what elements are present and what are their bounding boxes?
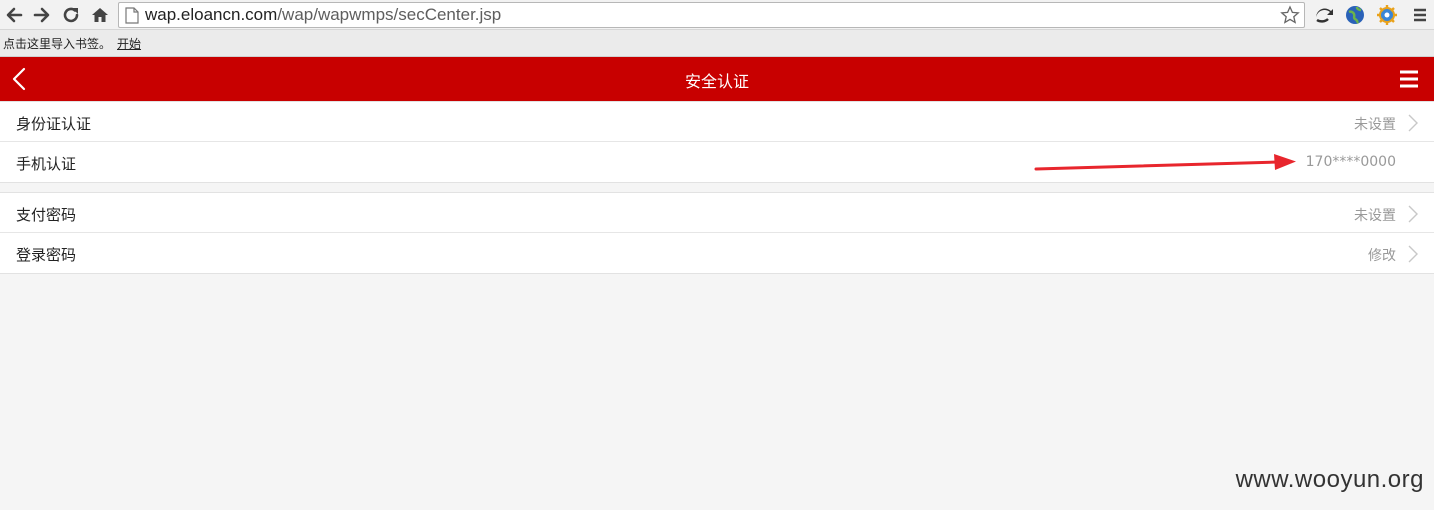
list-item-id-card-verification[interactable]: 身份证认证 未设置 (0, 102, 1434, 142)
star-icon[interactable] (1280, 5, 1300, 29)
list-item-login-password[interactable]: 登录密码 修改 (0, 233, 1434, 273)
security-group-passwords: 支付密码 未设置 登录密码 修改 (0, 192, 1434, 274)
forward-icon[interactable] (31, 4, 53, 26)
page-icon (125, 7, 139, 28)
chevron-right-icon (1408, 205, 1418, 227)
url-text: wap.eloancn.com/wap/wapwmps/secCenter.js… (145, 5, 501, 25)
row-label: 登录密码 (16, 246, 77, 264)
bookmarks-bar: 点击这里导入书签。 开始 (0, 30, 1434, 57)
back-icon[interactable] (3, 4, 25, 26)
row-action: 修改 (1368, 248, 1396, 264)
row-label: 支付密码 (16, 206, 77, 224)
import-bookmarks-link[interactable]: 点击这里导入书签。 (3, 35, 111, 52)
row-status: 未设置 (1354, 208, 1396, 224)
list-item-payment-password[interactable]: 支付密码 未设置 (0, 193, 1434, 233)
address-bar[interactable]: wap.eloancn.com/wap/wapwmps/secCenter.js… (118, 2, 1305, 28)
start-link[interactable]: 开始 (117, 35, 141, 52)
reload-icon[interactable] (60, 4, 82, 26)
chevron-right-icon (1408, 114, 1418, 136)
chevron-right-icon (1408, 245, 1418, 267)
app-header: 安全认证 (0, 57, 1434, 101)
globe-icon[interactable] (1344, 4, 1366, 26)
browser-toolbar: wap.eloancn.com/wap/wapwmps/secCenter.js… (0, 0, 1434, 30)
watermark: www.wooyun.org (1235, 466, 1424, 493)
row-label: 身份证认证 (16, 115, 92, 133)
row-phone-number: 170****0000 (1305, 154, 1396, 170)
row-status: 未设置 (1354, 117, 1396, 133)
url-host: wap.eloancn.com (145, 5, 278, 24)
settings-gear-icon[interactable] (1376, 4, 1398, 26)
row-label: 手机认证 (16, 155, 77, 173)
home-icon[interactable] (89, 4, 111, 26)
extension-icon[interactable] (1313, 4, 1335, 26)
annotation-arrow (1030, 150, 1300, 180)
page-title: 安全认证 (684, 72, 749, 91)
url-path: /wap/wapwmps/secCenter.jsp (277, 5, 502, 24)
menu-icon[interactable] (1410, 4, 1432, 26)
hamburger-menu-icon[interactable] (1398, 69, 1420, 89)
